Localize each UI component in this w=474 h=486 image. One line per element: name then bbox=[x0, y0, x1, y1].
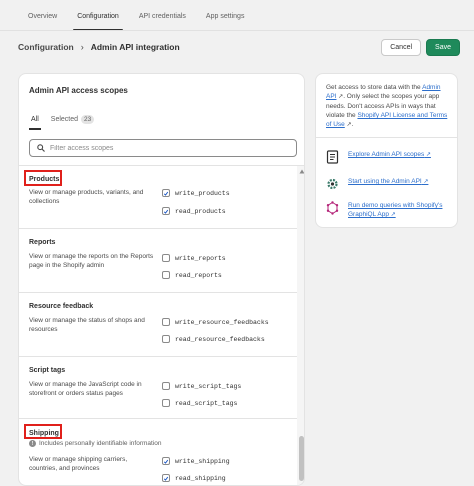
info-text: Get access to store data with the Admin … bbox=[326, 83, 452, 130]
scope-row-read-products[interactable]: read_products bbox=[162, 207, 226, 215]
checkbox[interactable] bbox=[162, 318, 170, 326]
selected-count-badge: 23 bbox=[81, 114, 95, 124]
tab-app-settings[interactable]: App settings bbox=[196, 0, 255, 30]
scope-section-shipping: Shipping ! Includes personally identifia… bbox=[19, 419, 297, 485]
header-actions: Cancel Save bbox=[381, 38, 460, 56]
highlight-box-products bbox=[24, 170, 62, 186]
tab-selected-label: Selected bbox=[50, 115, 79, 123]
section-desc-reports: View or manage the reports on the Report… bbox=[29, 253, 154, 269]
scope-row-read-script-tags[interactable]: read_script_tags bbox=[162, 399, 237, 407]
resource-explore-scopes[interactable]: Explore Admin API scopes ↗ bbox=[326, 150, 448, 164]
scope-name: write_products bbox=[175, 189, 230, 197]
resource-link-label[interactable]: Run demo queries with Shopify's GraphiQL… bbox=[348, 201, 448, 220]
nav-divider bbox=[0, 30, 474, 31]
access-scopes-card: Admin API access scopes All Selected23 P… bbox=[18, 73, 305, 486]
resource-link-label[interactable]: Explore Admin API scopes ↗ bbox=[348, 150, 448, 160]
scope-row-read-reports[interactable]: read_reports bbox=[162, 271, 222, 279]
scope-name: read_resource_feedbacks bbox=[175, 335, 265, 343]
breadcrumb-separator-icon: › bbox=[80, 42, 84, 52]
scope-row-write-reports[interactable]: write_reports bbox=[162, 254, 226, 262]
resource-label-text: Start using the Admin API bbox=[348, 178, 422, 185]
scope-row-write-script-tags[interactable]: write_script_tags bbox=[162, 382, 241, 390]
scope-filter-tabs: All Selected 23 bbox=[25, 108, 100, 130]
highlight-box-shipping bbox=[24, 424, 62, 439]
section-title-resource-feedback: Resource feedback bbox=[29, 303, 94, 310]
checkbox[interactable] bbox=[162, 271, 170, 279]
info-text-part: Get access to store data with the bbox=[326, 84, 423, 91]
tab-api-credentials[interactable]: API credentials bbox=[129, 0, 196, 30]
save-button[interactable]: Save bbox=[426, 38, 460, 56]
checkbox-checked-icon[interactable] bbox=[162, 189, 170, 197]
scope-name: read_products bbox=[175, 207, 226, 215]
side-divider bbox=[316, 137, 457, 138]
checkbox[interactable] bbox=[162, 254, 170, 262]
search-icon bbox=[36, 144, 45, 153]
cancel-button[interactable]: Cancel bbox=[381, 38, 422, 56]
resource-label-text: Explore Admin API scopes bbox=[348, 151, 425, 158]
scope-section-reports: Reports View or manage the reports on th… bbox=[19, 229, 297, 293]
scope-section-products: Products View or manage products, varian… bbox=[19, 166, 297, 229]
section-desc-products: View or manage products, variants, and c… bbox=[29, 189, 144, 205]
scope-row-read-shipping[interactable]: read_shipping bbox=[162, 474, 226, 482]
scope-row-write-shipping[interactable]: write_shipping bbox=[162, 457, 230, 465]
checkbox-checked-icon[interactable] bbox=[162, 207, 170, 215]
page-title: Admin API integration bbox=[90, 42, 180, 52]
info-side-card: Get access to store data with the Admin … bbox=[315, 73, 458, 228]
tab-configuration[interactable]: Configuration bbox=[67, 0, 129, 31]
scope-name: read_shipping bbox=[175, 474, 226, 482]
document-icon bbox=[326, 150, 339, 164]
checkbox[interactable] bbox=[162, 382, 170, 390]
checkbox-checked-icon[interactable] bbox=[162, 457, 170, 465]
tab-all-label: All bbox=[31, 115, 39, 123]
scope-row-read-resource-feedbacks[interactable]: read_resource_feedbacks bbox=[162, 335, 265, 343]
graphql-icon bbox=[326, 201, 339, 215]
scrollbar-thumb[interactable] bbox=[299, 436, 304, 481]
scope-name: write_reports bbox=[175, 254, 226, 262]
external-link-icon: ↗ bbox=[388, 212, 396, 218]
section-desc-script-tags: View or manage the JavaScript code in st… bbox=[29, 381, 142, 397]
search-box[interactable] bbox=[29, 139, 297, 157]
checkbox[interactable] bbox=[162, 399, 170, 407]
scope-name: write_shipping bbox=[175, 457, 230, 465]
pii-notice: ! Includes personally identifiable infor… bbox=[29, 440, 162, 447]
breadcrumb-parent[interactable]: Configuration bbox=[18, 42, 74, 52]
page-header: Configuration › Admin API integration Ca… bbox=[18, 38, 460, 56]
scope-row-write-resource-feedbacks[interactable]: write_resource_feedbacks bbox=[162, 318, 269, 326]
section-desc-resource-feedback: View or manage the status of shops and r… bbox=[29, 317, 145, 333]
info-icon: ! bbox=[29, 440, 36, 447]
scope-section-script-tags: Script tags View or manage the JavaScrip… bbox=[19, 357, 297, 419]
tab-all[interactable]: All bbox=[25, 108, 45, 130]
scrollbar[interactable] bbox=[297, 166, 304, 485]
resource-link-label[interactable]: Start using the Admin API ↗ bbox=[348, 177, 448, 187]
scope-name: write_script_tags bbox=[175, 382, 242, 390]
section-title-script-tags: Script tags bbox=[29, 367, 66, 374]
tab-selected[interactable]: Selected 23 bbox=[45, 108, 100, 130]
external-link-icon: ↗ bbox=[344, 122, 352, 128]
top-nav-tabs: Overview Configuration API credentials A… bbox=[18, 0, 255, 31]
scope-name: read_reports bbox=[175, 271, 222, 279]
external-link-icon: ↗ bbox=[421, 179, 429, 185]
section-title-reports: Reports bbox=[29, 239, 56, 246]
card-title: Admin API access scopes bbox=[29, 86, 128, 95]
scope-row-write-products[interactable]: write_products bbox=[162, 189, 230, 197]
scroll-up-arrow-icon[interactable] bbox=[298, 168, 304, 174]
section-desc-shipping: View or manage shipping carriers, countr… bbox=[29, 456, 128, 472]
info-text-part: . bbox=[351, 121, 354, 128]
external-link-icon: ↗ bbox=[424, 152, 431, 158]
scope-section-resource-feedback: Resource feedback View or manage the sta… bbox=[19, 293, 297, 357]
scope-name: write_resource_feedbacks bbox=[175, 318, 269, 326]
tab-overview[interactable]: Overview bbox=[18, 0, 67, 30]
checkbox[interactable] bbox=[162, 335, 170, 343]
checkbox-checked-icon[interactable] bbox=[162, 474, 170, 482]
resource-graphiql-demo[interactable]: Run demo queries with Shopify's GraphiQL… bbox=[326, 201, 448, 220]
scope-name: read_script_tags bbox=[175, 399, 238, 407]
search-input[interactable] bbox=[50, 144, 280, 152]
pii-notice-text: Includes personally identifiable informa… bbox=[39, 440, 162, 447]
resource-start-admin-api[interactable]: Start using the Admin API ↗ bbox=[326, 177, 448, 191]
code-gear-icon bbox=[326, 177, 339, 191]
